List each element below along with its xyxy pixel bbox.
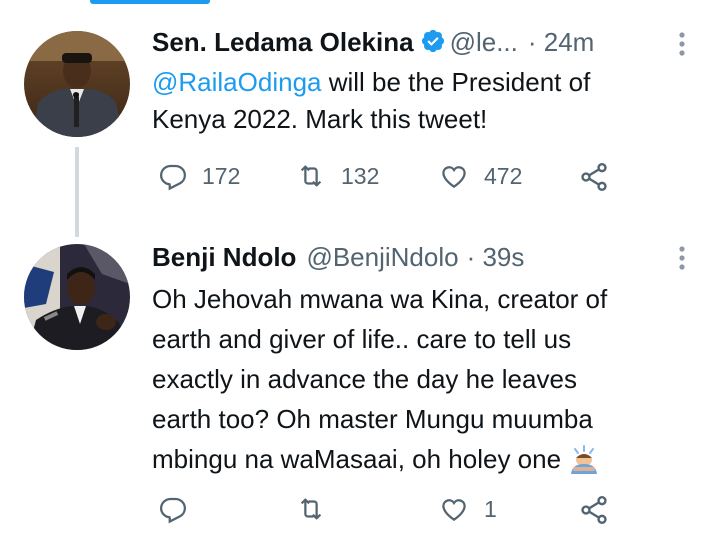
author-name[interactable]: Sen. Ledama Olekina (152, 27, 414, 57)
verified-badge-icon (420, 28, 446, 61)
thread-connector (75, 147, 79, 237)
retweet-button[interactable] (295, 494, 341, 524)
retweet-count: 132 (341, 162, 380, 189)
author-handle[interactable]: @le... (450, 27, 518, 57)
tweet-text-line: earth and giver of life.. care to tell u… (152, 324, 572, 354)
mention-link[interactable]: @RailaOdinga (152, 67, 321, 97)
tweet-text: @RailaOdinga will be the President of Ke… (152, 64, 692, 138)
retweet-icon (300, 498, 322, 520)
tweet-text-line: mbingu na waMasaai, oh holey one (152, 444, 562, 474)
author-handle[interactable]: @BenjiNdolo (306, 242, 458, 272)
like-count: 1 (484, 495, 497, 522)
timestamp[interactable]: · 39s (467, 242, 525, 272)
share-button[interactable] (578, 494, 610, 526)
share-button[interactable] (578, 161, 610, 193)
like-icon (442, 499, 466, 521)
reply-icon (159, 497, 187, 524)
tweet-actions: 1 (152, 494, 652, 534)
author-name[interactable]: Benji Ndolo (152, 242, 296, 272)
tweet-text-line: Oh Jehovah mwana wa Kina, creator of (152, 284, 608, 314)
like-button[interactable]: 1 (438, 494, 497, 524)
reply-button[interactable]: 172 (158, 161, 240, 191)
like-icon (442, 166, 466, 188)
person-bowing-emoji-icon (567, 444, 601, 485)
reply-button[interactable] (158, 494, 202, 524)
timestamp[interactable]: · 24m (528, 27, 594, 57)
tweet-2[interactable]: Benji Ndolo @BenjiNdolo · 39s Oh Jehovah m… (0, 230, 720, 539)
more-icon[interactable] (678, 31, 686, 62)
retweet-icon (300, 165, 322, 187)
reply-icon (159, 164, 187, 191)
avatar-photo (24, 244, 130, 350)
tweet-1[interactable]: Sen. Ledama Olekina @le... · 24m @RailaOdi… (0, 0, 720, 230)
share-icon (581, 496, 607, 524)
reply-count: 172 (202, 162, 241, 189)
tweet-header: Benji Ndolo @BenjiNdolo · 39s (152, 241, 524, 273)
retweet-button[interactable]: 132 (295, 161, 379, 191)
more-icon[interactable] (678, 245, 686, 276)
like-count: 472 (484, 162, 523, 189)
tweet-text-line: Kenya 2022. Mark this tweet! (152, 104, 488, 134)
tweet-actions: 172 132 472 (152, 161, 652, 201)
tweet-text: Oh Jehovah mwana wa Kina, creator of ear… (152, 279, 692, 485)
share-icon (581, 163, 607, 191)
avatar[interactable] (24, 31, 130, 137)
like-button[interactable]: 472 (438, 161, 522, 191)
tweet-text-line: exactly in advance the day he leaves (152, 364, 577, 394)
tweet-header: Sen. Ledama Olekina @le... · 24m (152, 26, 594, 61)
tweet-text-line: will be the President of (321, 67, 591, 97)
avatar[interactable] (24, 244, 130, 350)
avatar-photo (24, 31, 130, 137)
tweet-text-line: earth too? Oh master Mungu muumba (152, 404, 593, 434)
